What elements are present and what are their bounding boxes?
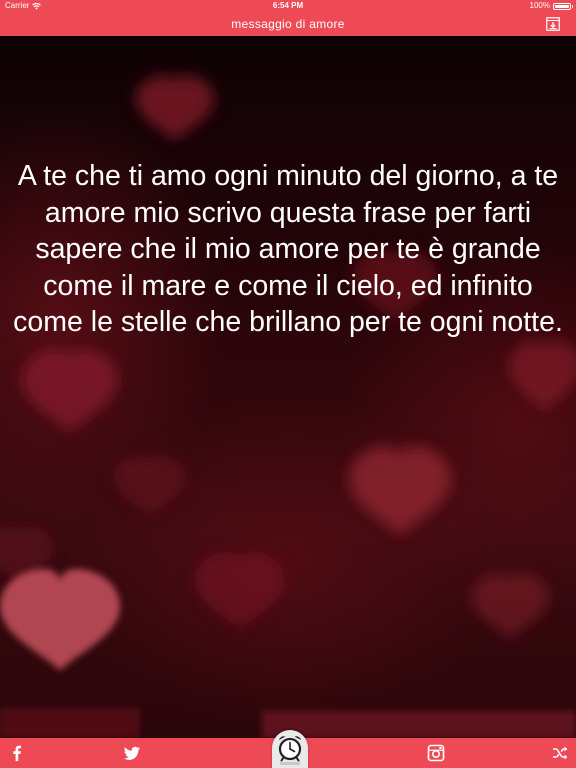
nav-title: messaggio di amore bbox=[231, 17, 345, 31]
status-bar: Carrier 6:54 PM 100% bbox=[0, 0, 576, 12]
status-right: 100% bbox=[529, 0, 573, 12]
love-quote-text: A te che ti amo ogni minuto del giorno, … bbox=[13, 160, 563, 338]
heart-shape bbox=[471, 573, 549, 639]
battery-percent: 100% bbox=[529, 1, 550, 10]
status-time: 6:54 PM bbox=[272, 1, 304, 10]
heart-shape bbox=[136, 75, 214, 141]
alarm-clock-icon bbox=[278, 736, 302, 765]
heart-shape bbox=[349, 446, 451, 536]
shuffle-icon[interactable] bbox=[551, 744, 569, 762]
battery-fill bbox=[555, 4, 569, 8]
download-image-icon[interactable] bbox=[546, 17, 560, 31]
heart-shape bbox=[114, 456, 186, 516]
background-box bbox=[0, 708, 140, 738]
heart-shape bbox=[0, 569, 120, 671]
app-screen: Carrier 6:54 PM 100% messaggio di amore bbox=[0, 0, 576, 768]
heart-shape bbox=[509, 340, 576, 412]
nav-bar: messaggio di amore bbox=[0, 12, 576, 36]
background-image: A te che ti amo ogni minuto del giorno, … bbox=[0, 36, 576, 738]
alarm-clock-button[interactable] bbox=[272, 730, 308, 768]
twitter-icon[interactable] bbox=[123, 744, 141, 762]
battery-icon bbox=[553, 2, 573, 10]
heart-shape bbox=[195, 552, 285, 630]
instagram-icon[interactable] bbox=[427, 744, 445, 762]
heart-shape bbox=[22, 349, 118, 433]
facebook-icon[interactable] bbox=[8, 744, 26, 762]
background-box bbox=[262, 711, 576, 738]
hearts-background bbox=[0, 75, 576, 738]
